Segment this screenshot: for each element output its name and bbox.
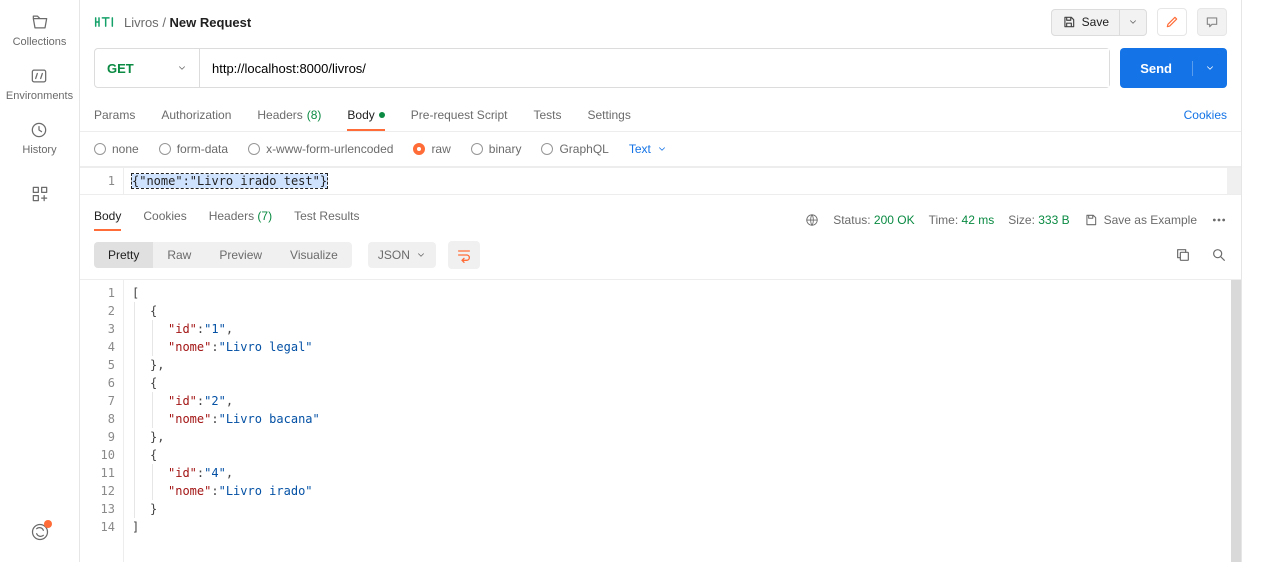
comments-button[interactable] [1197,8,1227,36]
size-value: 333 B [1038,213,1069,227]
breadcrumb-current: New Request [170,15,252,30]
nav-sync[interactable] [30,522,50,542]
breadcrumb-parent: Livros [124,15,159,30]
copy-icon[interactable] [1175,247,1191,263]
request-header: Livros / New Request Save [80,0,1241,44]
tab-body[interactable]: Body [347,98,384,131]
nav-collections-label: Collections [13,36,67,48]
nav-environments[interactable]: Environments [6,66,73,102]
request-body-editor[interactable]: 1 {"nome":"Livro irado test"} [80,167,1241,195]
sync-indicator-dot [44,520,52,528]
wrap-lines-button[interactable] [448,241,480,269]
url-input[interactable] [200,49,1109,87]
bodytype-raw[interactable]: raw [413,142,450,156]
tab-tests[interactable]: Tests [533,98,561,131]
body-type-row: none form-data x-www-form-urlencoded raw… [80,132,1241,167]
tab-authorization[interactable]: Authorization [161,98,231,131]
left-sidebar: Collections Environments History [0,0,80,562]
method-select[interactable]: GET [95,49,200,87]
globe-icon[interactable] [805,213,819,227]
format-select[interactable]: JSON [368,242,436,268]
bodytype-formdata[interactable]: form-data [159,142,228,156]
bodytype-graphql[interactable]: GraphQL [541,142,608,156]
save-label: Save [1082,15,1109,29]
url-row: GET Send [80,44,1241,98]
cookies-link[interactable]: Cookies [1184,108,1227,122]
request-tabs: Params Authorization Headers (8) Body Pr… [80,98,1241,132]
response-body[interactable]: 1234567891011121314 [ { "id": "1", "nome… [80,279,1241,562]
response-header: Body Cookies Headers (7) Test Results St… [80,195,1241,231]
save-button[interactable]: Save [1051,9,1147,36]
edit-button[interactable] [1157,8,1187,36]
view-raw[interactable]: Raw [153,242,205,268]
right-rail [1242,0,1266,562]
bodytype-none[interactable]: none [94,142,139,156]
tab-settings[interactable]: Settings [588,98,631,131]
response-toolbar: Pretty Raw Preview Visualize JSON [80,231,1241,279]
request-body-text: {"nome":"Livro irado test"} [132,174,327,188]
editor-scrollbar[interactable] [1227,168,1241,194]
save-as-example[interactable]: Save as Example [1084,213,1197,227]
save-caret[interactable] [1119,10,1146,35]
status-value: 200 OK [874,213,915,227]
bodytype-binary[interactable]: binary [471,142,522,156]
http-icon [94,13,114,31]
raw-lang-select[interactable]: Text [629,142,667,156]
send-label: Send [1140,61,1172,76]
resp-tab-headers[interactable]: Headers (7) [209,209,272,231]
response-code: [ { "id": "1", "nome": "Livro legal" }, … [124,280,1231,562]
view-visualize[interactable]: Visualize [276,242,352,268]
response-scrollbar[interactable] [1231,280,1241,562]
nav-history[interactable]: History [22,120,56,156]
resp-tab-tests[interactable]: Test Results [294,209,359,231]
send-caret[interactable] [1192,61,1227,76]
send-button[interactable]: Send [1120,48,1227,88]
resp-tab-cookies[interactable]: Cookies [143,209,186,231]
more-icon[interactable] [1211,212,1227,228]
nav-environments-label: Environments [6,90,73,102]
nav-collections[interactable]: Collections [13,12,67,48]
time-value: 42 ms [962,213,995,227]
view-preview[interactable]: Preview [205,242,276,268]
tab-headers[interactable]: Headers (8) [257,98,321,131]
search-icon[interactable] [1211,247,1227,263]
nav-history-label: History [22,144,56,156]
method-value: GET [107,61,134,76]
response-gutter: 1234567891011121314 [80,280,124,562]
view-pretty[interactable]: Pretty [94,242,153,268]
tab-params[interactable]: Params [94,98,135,131]
resp-tab-body[interactable]: Body [94,209,121,231]
nav-more[interactable] [30,184,50,204]
bodytype-urlencoded[interactable]: x-www-form-urlencoded [248,142,393,156]
breadcrumb[interactable]: Livros / New Request [124,15,251,30]
main-panel: Livros / New Request Save [80,0,1242,562]
tab-prerequest[interactable]: Pre-request Script [411,98,508,131]
body-modified-dot [379,112,385,118]
